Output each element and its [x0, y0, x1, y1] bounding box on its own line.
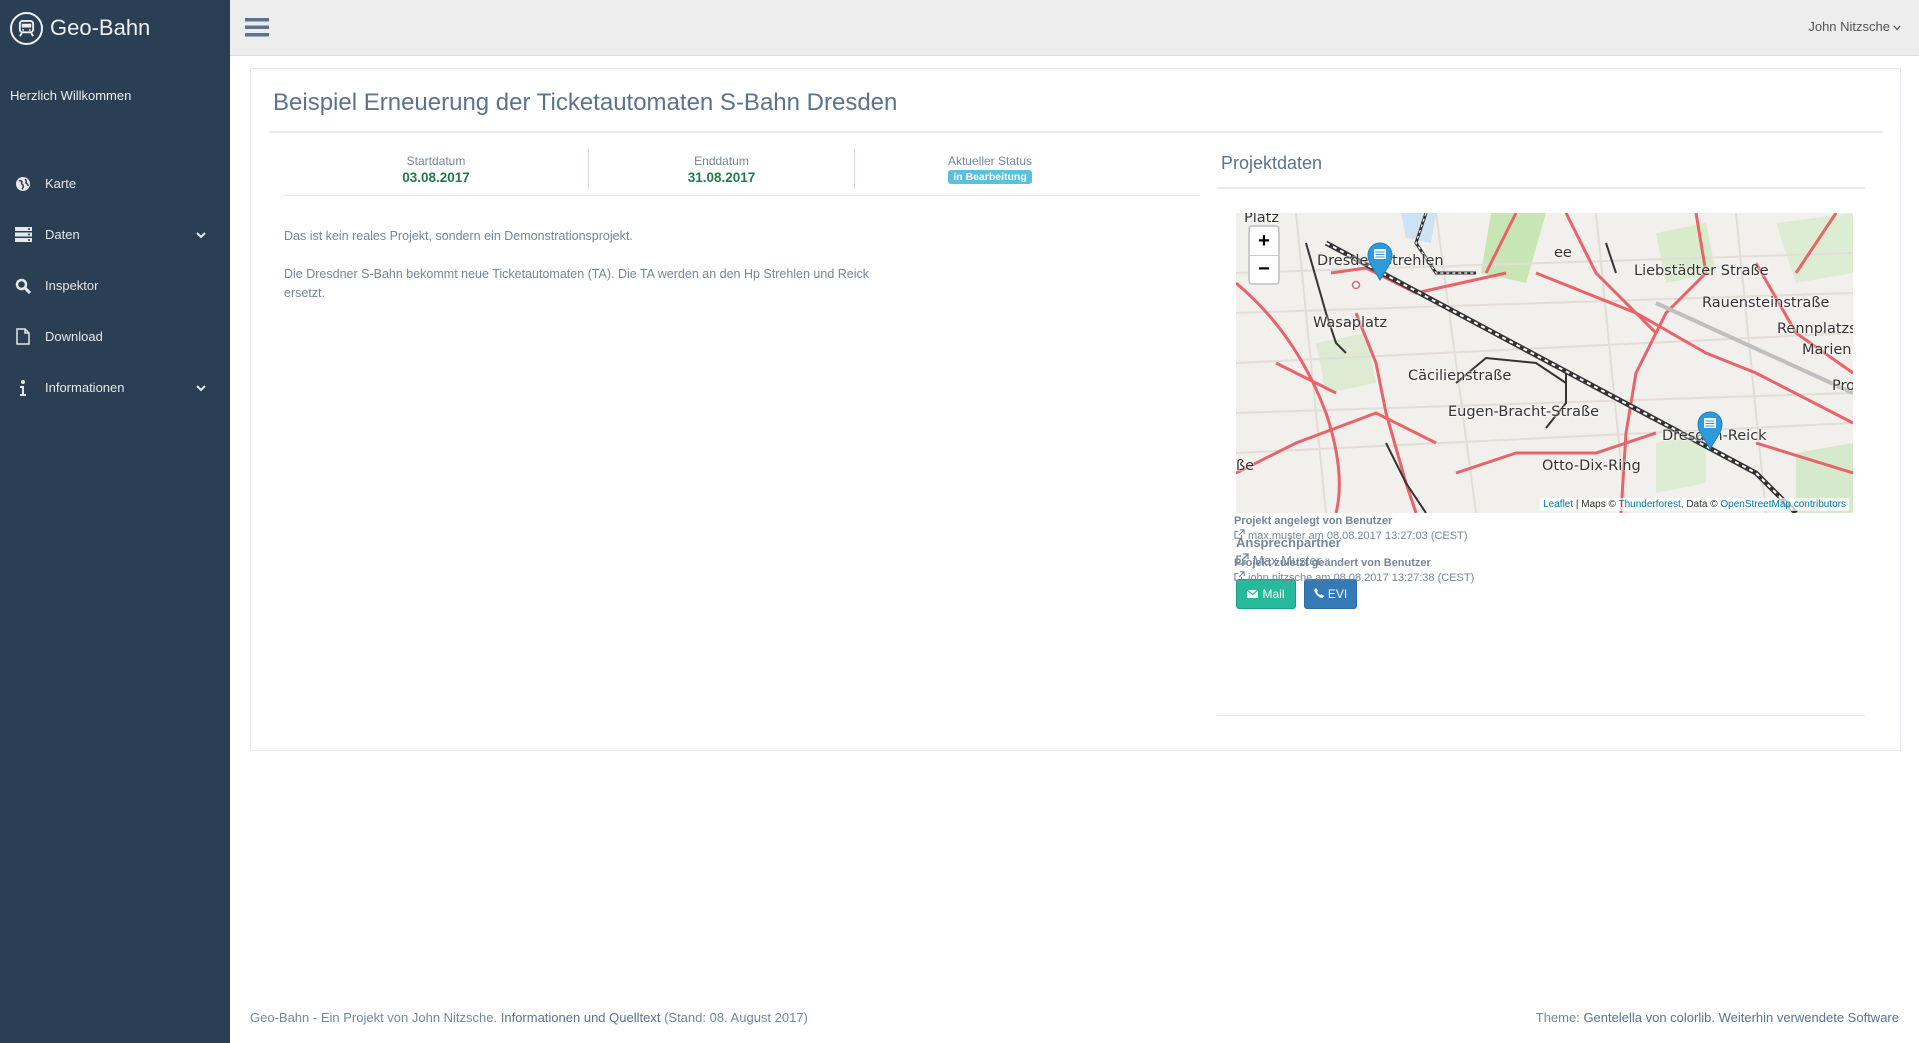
attribution-text: | Maps ©: [1573, 499, 1619, 510]
map-label: Cäcilienstraße: [1408, 368, 1512, 384]
stat-end: Enddatum 31.08.2017: [589, 149, 855, 189]
mail-button-label: Mail: [1262, 587, 1285, 601]
modified-value[interactable]: john.nitzsche am 08.08.2017 13:27:38 (CE…: [1234, 571, 1474, 584]
map-label: Liebstädter Straße: [1634, 263, 1769, 279]
modified-text: john.nitzsche am 08.08.2017 13:27:38 (CE…: [1248, 571, 1475, 584]
start-date: 03.08.2017: [402, 169, 470, 185]
zoom-out-button[interactable]: −: [1250, 255, 1278, 283]
map-label: Marien: [1802, 342, 1852, 358]
external-link-icon: [1234, 529, 1245, 542]
evi-button-label: EVI: [1327, 587, 1348, 601]
stat-label: Aktueller Status: [947, 154, 1033, 168]
sidebar: Geo-Bahn Herzlich Willkommen Karte Daten…: [0, 0, 230, 1043]
description-paragraph: Das ist kein reales Projekt, sondern ein…: [284, 229, 633, 243]
external-link-icon: [1234, 571, 1245, 584]
map-attribution: Leaflet | Maps © Thunderforest, Data © O…: [1540, 498, 1849, 511]
welcome-text: Herzlich Willkommen: [10, 88, 132, 103]
zoom-control: + −: [1248, 225, 1280, 285]
project-data-title: Projektdaten: [1221, 153, 1323, 173]
zoom-in-button[interactable]: +: [1250, 227, 1278, 255]
footer-text: (Stand: 08. August 2017): [660, 1010, 808, 1025]
search-icon: [14, 277, 32, 295]
sidebar-item-daten[interactable]: Daten: [0, 209, 230, 260]
brand[interactable]: Geo-Bahn: [0, 0, 230, 56]
chevron-down-icon: [1893, 19, 1901, 34]
map-label: ße: [1236, 458, 1255, 474]
created-text: max.muster am 08.08.2017 13:27:03 (CEST): [1248, 529, 1468, 542]
map-marker-icon[interactable]: [1365, 241, 1395, 282]
leaflet-link[interactable]: Leaflet: [1543, 499, 1573, 510]
info-source-link[interactable]: Informationen und Quelltext: [501, 1010, 661, 1025]
divider: [1217, 715, 1865, 716]
map-label: Otto-Dix-Ring: [1542, 458, 1641, 474]
chevron-down-icon: [196, 380, 206, 395]
thunderforest-link[interactable]: Thunderforest: [1619, 499, 1681, 510]
footer-text: Theme:: [1535, 1010, 1584, 1025]
map-label: Rennplatzs: [1777, 321, 1853, 337]
menu-toggle-icon[interactable]: [245, 17, 271, 39]
description-paragraph: Die Dresdner S-Bahn bekommt neue Ticketa…: [284, 267, 870, 300]
app-title: Geo-Bahn: [50, 15, 151, 40]
sidebar-item-label: Informationen: [45, 380, 125, 395]
sidebar-item-download[interactable]: Download: [0, 311, 230, 362]
created-value[interactable]: max.muster am 08.08.2017 13:27:03 (CEST): [1234, 529, 1468, 542]
end-date: 31.08.2017: [687, 169, 756, 185]
project-panel: Beispiel Erneuerung der Ticketautomaten …: [250, 68, 1901, 751]
map-label: Pro: [1832, 378, 1853, 394]
attribution-text: , Data ©: [1680, 499, 1721, 510]
sidebar-nav: Karte Daten Inspektor Download Informati…: [0, 158, 230, 413]
osm-link[interactable]: OpenStreetMap contributors: [1720, 499, 1846, 510]
footer-text: Geo-Bahn - Ein Projekt von John Nitzsche…: [250, 1010, 501, 1025]
user-name: John Nitzsche: [1808, 19, 1890, 34]
user-menu[interactable]: John Nitzsche: [1808, 19, 1901, 34]
sidebar-item-label: Download: [45, 329, 103, 344]
globe-icon: [14, 175, 32, 193]
map-label: Eugen-Bracht-Straße: [1448, 404, 1600, 420]
sidebar-item-label: Daten: [45, 227, 80, 242]
database-icon: [14, 226, 32, 244]
chevron-down-icon: [196, 227, 206, 242]
envelope-icon: [1247, 587, 1259, 601]
modified-heading: Projekt zuletzt geändert von Benutzer: [1234, 557, 1431, 569]
stat-status: Aktueller Status in Bearbeitung: [855, 149, 1125, 189]
footer-right: Theme: Gentelella von colorlib. Weiterhi…: [1536, 1010, 1899, 1025]
status-badge: in Bearbeitung: [948, 170, 1032, 184]
divider: [1217, 187, 1865, 189]
project-description: Das ist kein reales Projekt, sondern ein…: [284, 227, 904, 303]
map-label: Wasaplatz: [1313, 315, 1388, 331]
software-link[interactable]: Weiterhin verwendete Software: [1719, 1010, 1899, 1025]
info-icon: [14, 379, 32, 397]
created-heading: Projekt angelegt von Benutzer: [1234, 515, 1393, 527]
theme-link[interactable]: Gentelella von colorlib: [1583, 1010, 1711, 1025]
train-icon: [10, 11, 43, 45]
sidebar-item-inspektor[interactable]: Inspektor: [0, 260, 230, 311]
page-title: Beispiel Erneuerung der Ticketautomaten …: [273, 89, 898, 116]
map-label: ee: [1554, 245, 1572, 261]
stat-label: Enddatum: [694, 153, 749, 168]
sidebar-item-informationen[interactable]: Informationen: [0, 362, 230, 413]
footer: Geo-Bahn - Ein Projekt von John Nitzsche…: [230, 1000, 1919, 1043]
stat-label: Startdatum: [406, 153, 466, 168]
sidebar-item-karte[interactable]: Karte: [0, 158, 230, 209]
project-stats: Startdatum 03.08.2017 Enddatum 31.08.201…: [284, 149, 1200, 196]
footer-left: Geo-Bahn - Ein Projekt von John Nitzsche…: [250, 1010, 808, 1025]
phone-icon: [1313, 587, 1324, 601]
project-map[interactable]: + − Platz Dresden-Strehlen ee Liebstädte…: [1236, 213, 1853, 513]
sidebar-item-label: Inspektor: [45, 278, 99, 293]
stat-start: Startdatum 03.08.2017: [284, 149, 589, 189]
map-label: Platz: [1244, 213, 1279, 226]
sidebar-item-label: Karte: [45, 176, 77, 191]
divider: [269, 131, 1883, 133]
top-navigation: John Nitzsche: [230, 0, 1919, 56]
map-marker-icon[interactable]: [1695, 410, 1725, 451]
map-label: Rauensteinstraße: [1702, 295, 1830, 311]
footer-text: .: [1711, 1010, 1719, 1025]
file-icon: [14, 328, 32, 346]
